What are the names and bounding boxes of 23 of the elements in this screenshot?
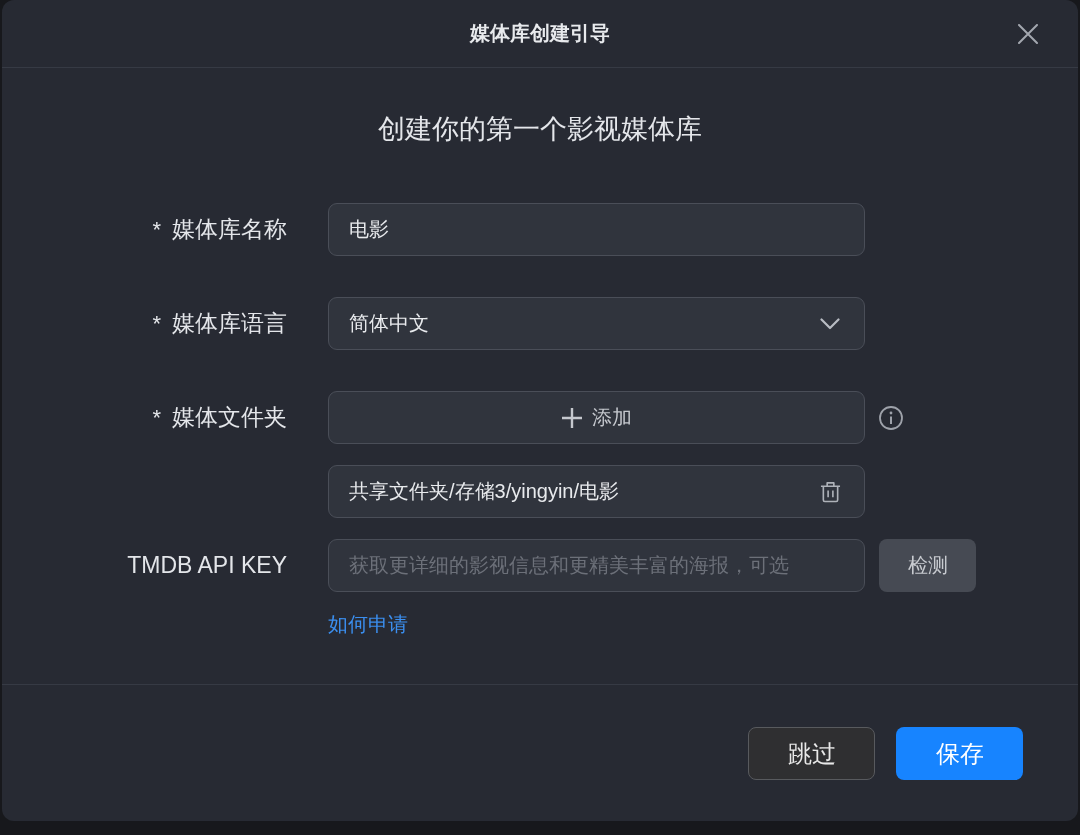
field-label: 媒体库名称 <box>172 215 287 244</box>
trash-icon[interactable] <box>820 480 841 503</box>
page-heading: 创建你的第一个影视媒体库 <box>377 113 703 146</box>
skip-button[interactable]: 跳过 <box>748 727 875 780</box>
field-label: 媒体文件夹 <box>172 403 287 432</box>
save-button[interactable]: 保存 <box>896 727 1023 780</box>
help-link[interactable]: 如何申请 <box>328 612 408 636</box>
check-button[interactable]: 检测 <box>879 539 976 592</box>
field-label: 媒体库语言 <box>172 309 287 338</box>
chevron-down-icon <box>820 317 840 330</box>
info-icon[interactable] <box>879 405 903 430</box>
required-mark: * <box>152 404 161 431</box>
api-key-field[interactable]: 获取更详细的影视信息和更精美丰富的海报，可选 <box>328 539 865 592</box>
field-label: TMDB API KEY <box>127 552 287 579</box>
required-mark: * <box>152 310 161 337</box>
language-select[interactable]: 简体中文 <box>328 297 865 350</box>
plus-icon <box>561 407 582 428</box>
folder-path: 共享文件夹/存储3/yingyin/电影 <box>349 479 620 504</box>
dialog-title: 媒体库创建引导 <box>470 21 610 46</box>
close-icon[interactable] <box>1018 23 1038 44</box>
text-field[interactable]: 电影 <box>328 203 865 256</box>
required-mark: * <box>152 216 161 243</box>
add-folder-button[interactable]: 添加 <box>328 391 865 444</box>
